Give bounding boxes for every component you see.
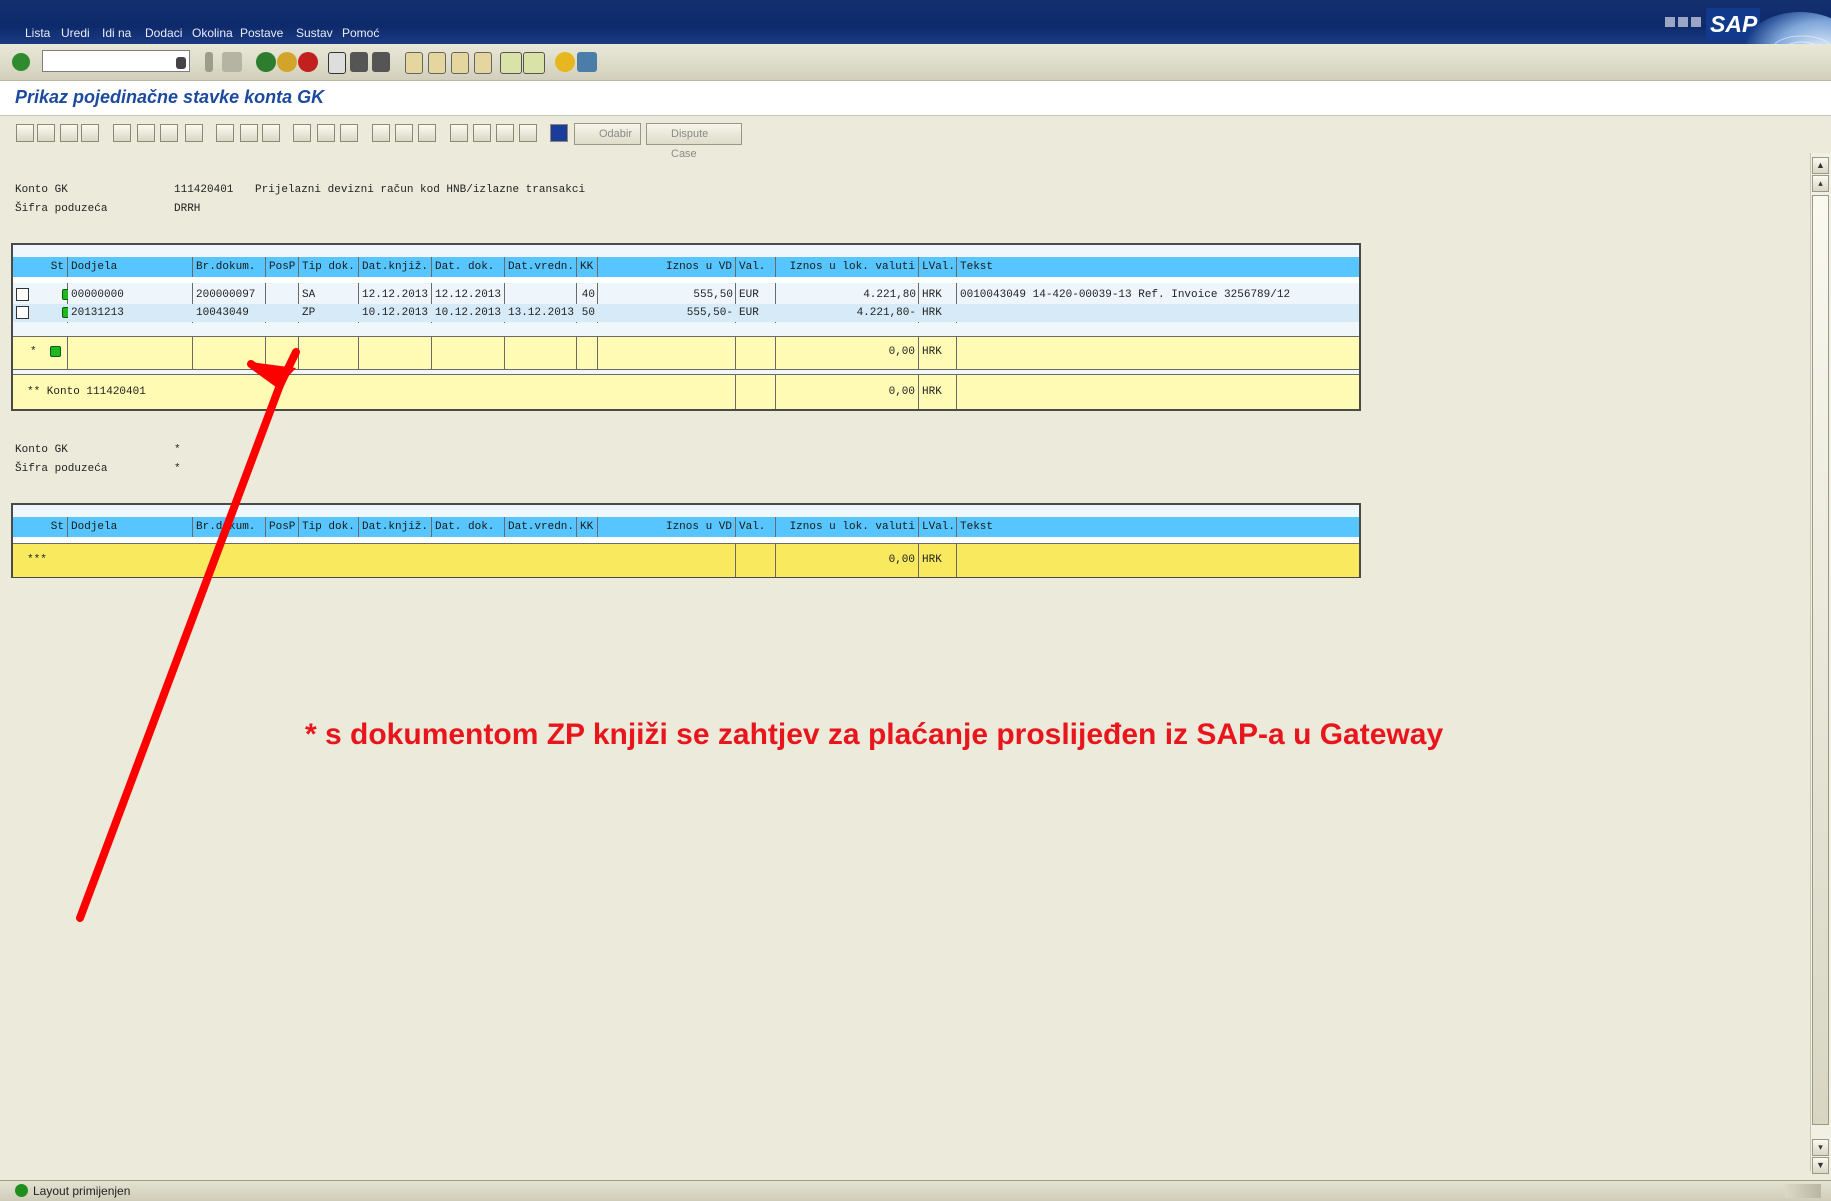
success-icon <box>15 1184 28 1197</box>
resize-grip[interactable] <box>1785 1184 1821 1198</box>
annotation-arrow <box>76 348 300 922</box>
status-message: Layout primijenjen <box>33 1184 131 1198</box>
annotation-text: * s dokumentom ZP knjiži se zahtjev za p… <box>305 718 1444 751</box>
status-bar: Layout primijenjen <box>0 1180 1831 1201</box>
